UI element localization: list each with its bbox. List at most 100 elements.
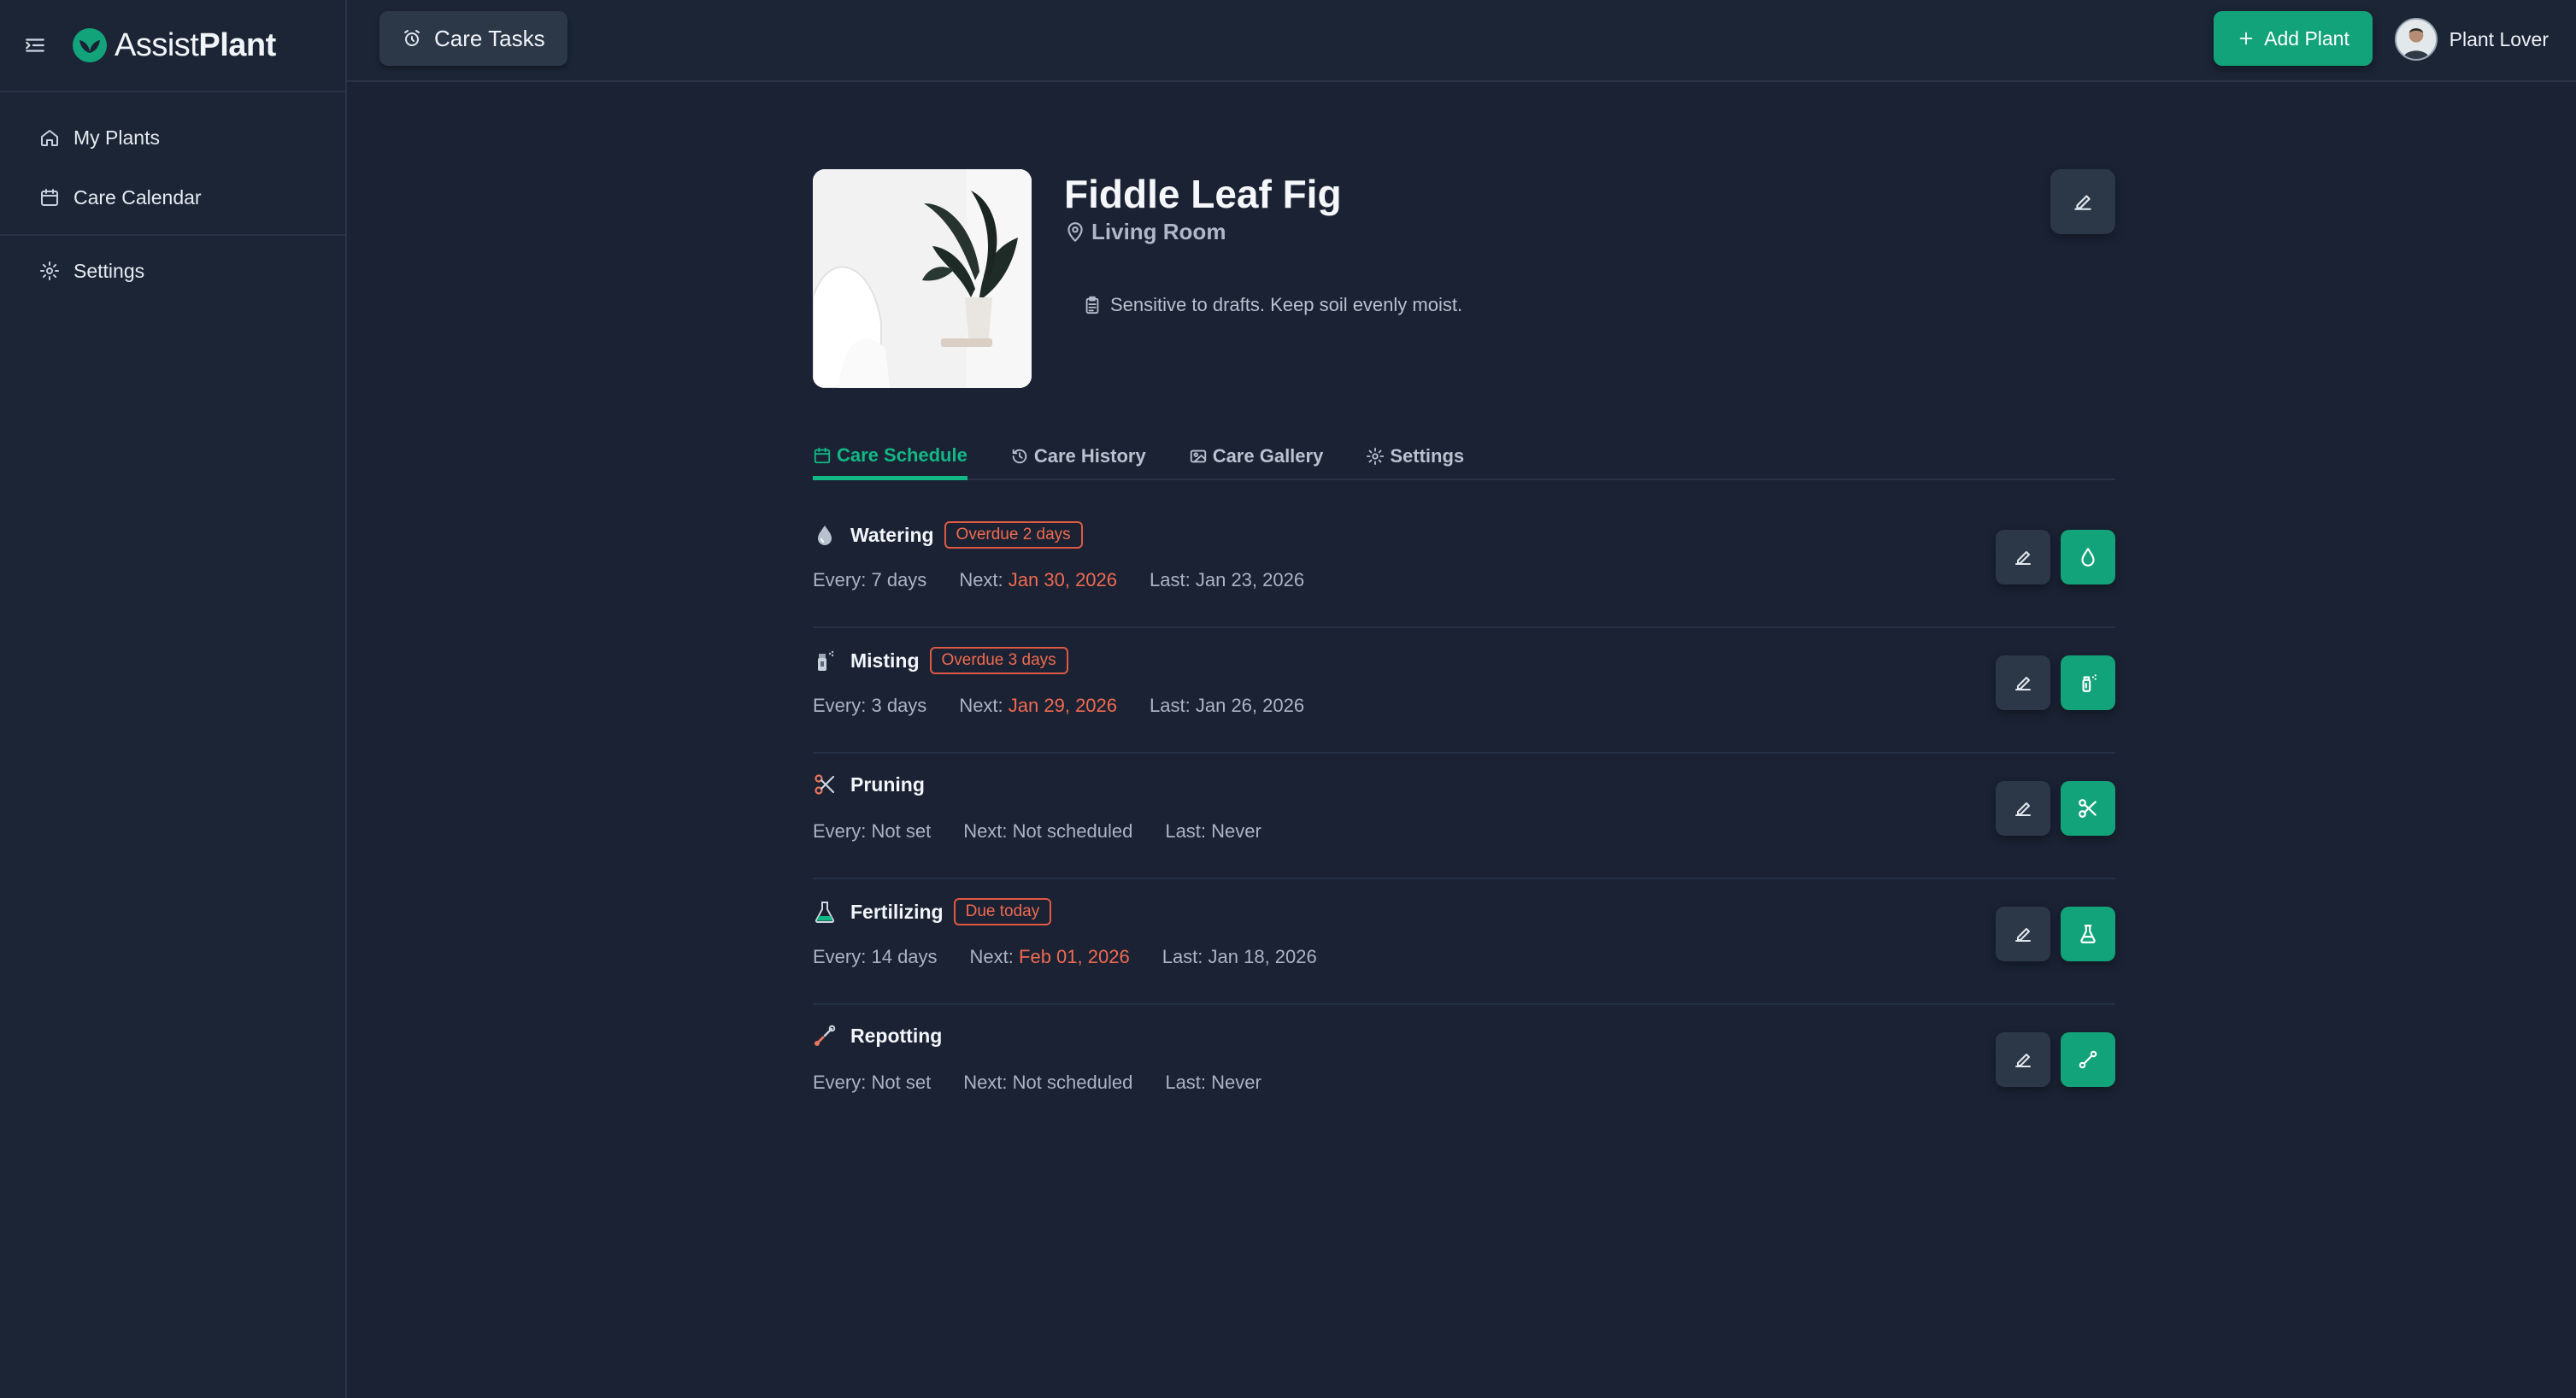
task-meta: Every: 14 days Next: Feb 01, 2026 Last: … xyxy=(813,946,1350,968)
task-frequency: Every: Not set xyxy=(813,1072,932,1093)
edit-task-button[interactable] xyxy=(1996,1032,2050,1087)
task-name: Misting xyxy=(850,649,920,672)
edit-task-button[interactable] xyxy=(1996,781,2050,836)
spray-bottle-icon xyxy=(813,649,837,673)
sidebar-item-label: Care Calendar xyxy=(74,185,202,209)
pencil-icon xyxy=(2013,673,2033,693)
calendar-icon xyxy=(813,446,837,465)
care-tasks-label: Care Tasks xyxy=(434,25,545,51)
status-badge: Overdue 3 days xyxy=(929,647,1068,674)
tab-label: Care History xyxy=(1033,445,1146,467)
pencil-icon xyxy=(2013,1049,2033,1070)
trowel-icon xyxy=(2077,1048,2099,1071)
status-badge: Due today xyxy=(953,898,1052,925)
brand-name[interactable]: AssistPlant xyxy=(115,27,276,64)
history-icon xyxy=(1010,447,1034,466)
task-meta: Every: 3 days Next: Jan 29, 2026 Last: J… xyxy=(813,695,1337,717)
edit-task-button[interactable] xyxy=(1996,530,2050,584)
status-badge: Overdue 2 days xyxy=(944,521,1083,549)
task-frequency: Every: 3 days xyxy=(813,695,927,716)
task-name: Fertilizing xyxy=(850,900,944,923)
calendar-icon xyxy=(39,187,74,208)
add-plant-button[interactable]: Add Plant xyxy=(2214,11,2373,66)
tab-label: Settings xyxy=(1390,445,1465,467)
gear-icon xyxy=(1366,447,1390,466)
task-name: Repotting xyxy=(850,1024,943,1047)
sidebar-item-settings[interactable]: Settings xyxy=(0,241,345,301)
add-plant-label: Add Plant xyxy=(2264,26,2350,50)
task-meta: Every: 7 days Next: Jan 30, 2026 Last: J… xyxy=(813,569,1337,591)
tab-care-gallery[interactable]: Care Gallery xyxy=(1189,434,1324,479)
sidebar-item-label: Settings xyxy=(74,259,145,282)
log-fertilizing-button[interactable] xyxy=(2061,907,2115,961)
task-actions xyxy=(1996,907,2115,961)
pencil-icon xyxy=(2013,547,2033,567)
menu-toggle-icon[interactable] xyxy=(24,34,46,56)
task-last-date: Last: Never xyxy=(1165,820,1262,842)
task-name: Pruning xyxy=(850,772,925,796)
task-actions xyxy=(1996,1032,2115,1087)
log-misting-button[interactable] xyxy=(2061,655,2115,710)
task-header: Watering Overdue 2 days xyxy=(813,521,1083,549)
sidebar-item-my-plants[interactable]: My Plants xyxy=(0,108,345,167)
task-next-date: Next: Not scheduled xyxy=(963,820,1133,842)
tab-care-history[interactable]: Care History xyxy=(1010,434,1146,479)
sidebar-item-label: My Plants xyxy=(74,126,160,149)
task-actions xyxy=(1996,530,2115,584)
sidebar-item-care-calendar[interactable]: Care Calendar xyxy=(0,167,345,227)
care-task-pruning: Pruning Every: Not set Next: Not schedul… xyxy=(813,754,2115,879)
plant-name: Fiddle Leaf Fig xyxy=(1064,172,1342,216)
task-meta: Every: Not set Next: Not scheduled Last:… xyxy=(813,820,1294,843)
spray-bottle-icon xyxy=(2077,672,2099,694)
task-actions xyxy=(1996,655,2115,710)
tab-label: Care Gallery xyxy=(1212,445,1324,467)
task-header: Repotting xyxy=(813,1024,942,1048)
logo-icon xyxy=(72,27,108,63)
task-header: Pruning xyxy=(813,772,925,796)
care-task-misting: Misting Overdue 3 days Every: 3 days Nex… xyxy=(813,628,2115,754)
water-drop-icon xyxy=(2077,546,2099,568)
log-watering-button[interactable] xyxy=(2061,530,2115,584)
avatar[interactable] xyxy=(2394,18,2438,61)
scissors-icon xyxy=(2077,797,2099,819)
task-last-date: Last: Jan 18, 2026 xyxy=(1162,946,1317,967)
pencil-icon xyxy=(2013,798,2033,819)
care-schedule-list: Watering Overdue 2 days Every: 7 days Ne… xyxy=(813,502,2115,1131)
pencil-icon xyxy=(2013,924,2033,944)
task-name: Watering xyxy=(850,523,934,546)
task-next-date: Next: Not scheduled xyxy=(963,1072,1133,1093)
pencil-icon xyxy=(2072,191,2094,213)
edit-task-button[interactable] xyxy=(1996,907,2050,961)
task-meta: Every: Not set Next: Not scheduled Last:… xyxy=(813,1072,1294,1094)
plant-note-text: Sensitive to drafts. Keep soil evenly mo… xyxy=(1110,294,1463,315)
care-tasks-button[interactable]: Care Tasks xyxy=(379,11,568,66)
plant-tabs: Care Schedule Care History Care Gallery … xyxy=(813,434,2115,480)
task-next-date: Next: Feb 01, 2026 xyxy=(969,946,1130,967)
scissors-icon xyxy=(813,772,837,796)
tab-care-schedule[interactable]: Care Schedule xyxy=(813,434,967,480)
task-next-date: Next: Jan 29, 2026 xyxy=(959,695,1118,716)
sidebar-nav: My Plants Care Calendar Settings xyxy=(0,92,345,301)
log-pruning-button[interactable] xyxy=(2061,781,2115,836)
user-menu[interactable]: Plant Lover xyxy=(2394,15,2549,63)
top-header: Care Tasks Add Plant Plant Lover xyxy=(347,0,2576,82)
plant-note: Sensitive to drafts. Keep soil evenly mo… xyxy=(1083,294,1462,316)
task-header: Misting Overdue 3 days xyxy=(813,647,1068,674)
task-last-date: Last: Jan 23, 2026 xyxy=(1150,569,1305,590)
home-icon xyxy=(39,127,74,148)
edit-plant-button[interactable] xyxy=(2050,169,2115,234)
plant-location-label: Living Room xyxy=(1091,219,1226,244)
brand-bar: AssistPlant xyxy=(0,0,345,92)
log-repotting-button[interactable] xyxy=(2061,1032,2115,1087)
plant-photo xyxy=(813,169,1032,388)
task-actions xyxy=(1996,781,2115,836)
tab-settings[interactable]: Settings xyxy=(1366,434,1464,479)
task-next-date: Next: Jan 30, 2026 xyxy=(959,569,1118,590)
gear-icon xyxy=(39,261,74,281)
care-task-repotting: Repotting Every: Not set Next: Not sched… xyxy=(813,1005,2115,1131)
trowel-icon xyxy=(813,1024,837,1048)
image-icon xyxy=(1189,447,1213,466)
clipboard-icon xyxy=(1083,296,1110,314)
edit-task-button[interactable] xyxy=(1996,655,2050,710)
user-name: Plant Lover xyxy=(2449,27,2549,50)
